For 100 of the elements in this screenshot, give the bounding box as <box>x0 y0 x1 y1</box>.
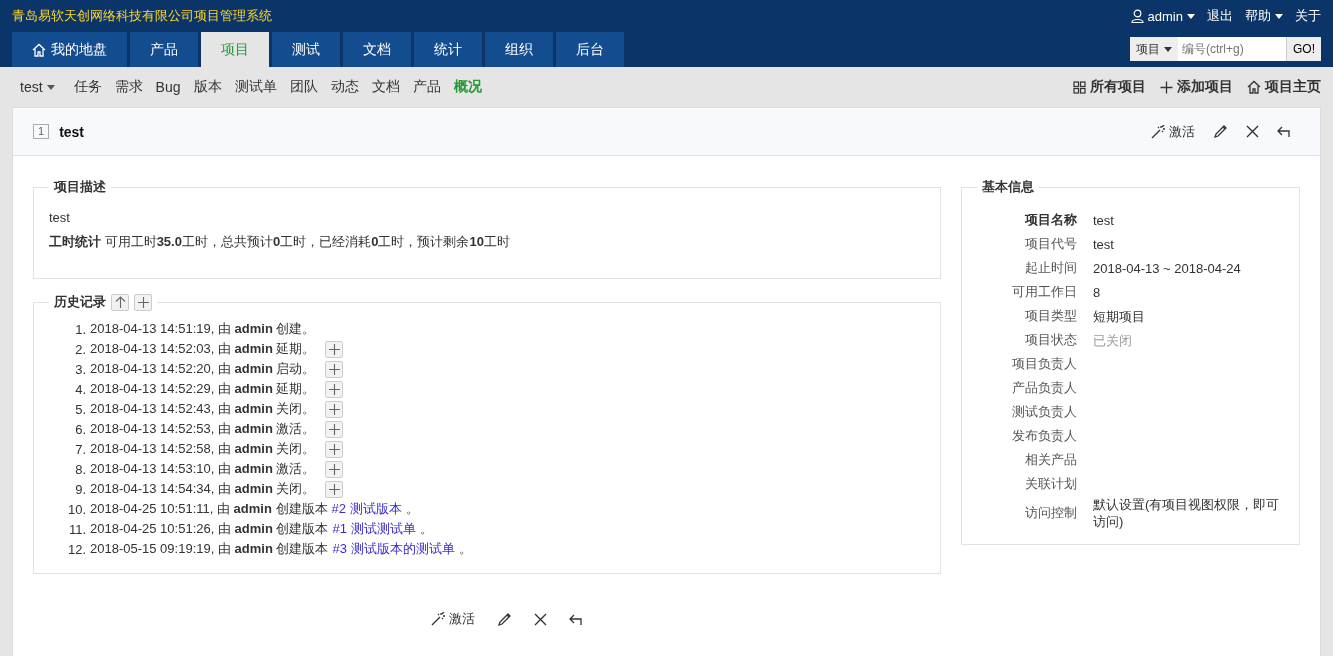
history-entry: 2018-04-13 14:52:20, 由 admin 启动。 <box>90 360 316 378</box>
history-entry: 2018-04-13 14:52:53, 由 admin 激活。 <box>90 420 316 438</box>
history-link[interactable]: #1 测试测试单 <box>332 520 416 538</box>
history-number: 2. <box>74 341 86 357</box>
info-value: 8 <box>1093 283 1101 301</box>
info-value: 默认设置(有项目视图权限，即可访问) <box>1093 496 1281 530</box>
sub-nav-link[interactable]: 版本 <box>193 78 222 96</box>
caret-icon <box>1187 13 1195 19</box>
close-icon[interactable] <box>1246 125 1259 138</box>
main-tab[interactable]: 统计 <box>414 32 482 67</box>
info-label: 可用工作日 <box>1011 283 1077 301</box>
sort-up-button[interactable] <box>111 293 129 311</box>
section-title: 项目描述 <box>52 178 107 196</box>
expand-button[interactable] <box>325 480 344 498</box>
history-number: 5. <box>74 401 86 417</box>
info-label: 项目名称 <box>1023 211 1077 229</box>
history-entry-end: 。 <box>405 500 419 518</box>
info-value: test <box>1093 211 1114 229</box>
history-entry: 2018-04-13 14:52:03, 由 admin 延期。 <box>90 340 316 358</box>
plus-icon <box>1160 80 1173 94</box>
logout-link[interactable]: 退出 <box>1207 7 1233 25</box>
sub-nav-link[interactable]: Bug <box>155 79 181 95</box>
info-label: 产品负责人 <box>1011 379 1077 397</box>
info-label: 测试负责人 <box>1011 403 1077 421</box>
history-number: 12. <box>66 541 86 557</box>
sub-nav-link[interactable]: 产品 <box>412 78 441 96</box>
info-label: 项目状态 <box>1024 331 1077 349</box>
info-label: 起止时间 <box>1024 259 1077 277</box>
user-menu[interactable]: admin <box>1130 8 1195 24</box>
info-label: 项目类型 <box>1024 307 1077 325</box>
sub-nav-link[interactable]: 任务 <box>73 78 102 96</box>
close-icon[interactable] <box>533 612 547 626</box>
activate-button[interactable]: 激活 <box>430 610 475 628</box>
info-label: 相关产品 <box>1024 451 1077 469</box>
history-entry: 2018-04-13 14:51:19, 由 admin 创建。 <box>90 320 316 338</box>
history-entry-end: 。 <box>419 520 433 538</box>
search-field[interactable]: 编号(ctrl+g) <box>1178 37 1286 61</box>
caret-icon <box>1275 13 1283 19</box>
expand-button[interactable] <box>325 380 344 398</box>
expand-button[interactable] <box>325 360 344 378</box>
info-label: 项目代号 <box>1024 235 1077 253</box>
sub-nav-link[interactable]: 需求 <box>114 78 143 96</box>
magic-wand-icon <box>430 612 445 626</box>
sub-nav-link[interactable]: 测试单 <box>234 78 277 96</box>
section-title: 基本信息 <box>981 178 1035 196</box>
info-label: 项目负责人 <box>1011 355 1077 373</box>
history-number: 7. <box>74 441 86 457</box>
history-number: 11. <box>67 521 86 537</box>
main-tab[interactable]: 我的地盘 <box>12 32 127 67</box>
history-number: 6. <box>74 421 86 437</box>
history-link[interactable]: #3 测试版本的测试单 <box>332 540 455 558</box>
edit-icon[interactable] <box>496 611 512 627</box>
history-entry: 2018-04-13 14:52:58, 由 admin 关闭。 <box>90 440 316 458</box>
sub-nav-link[interactable]: 文档 <box>371 78 400 96</box>
expand-all-button[interactable] <box>134 293 152 311</box>
sub-nav-link[interactable]: 动态 <box>330 78 359 96</box>
project-title: test <box>59 123 85 140</box>
info-label: 发布负责人 <box>1011 427 1077 445</box>
expand-button[interactable] <box>325 400 344 418</box>
history-entry: 2018-05-15 09:19:19, 由 admin 创建版本 <box>90 540 329 558</box>
project-action-link[interactable]: 添加项目 <box>1160 78 1233 96</box>
search-type-dropdown[interactable]: 项目 <box>1130 37 1178 61</box>
caret-icon <box>46 84 55 90</box>
main-tab[interactable]: 后台 <box>556 32 624 67</box>
back-arrow-icon[interactable] <box>568 612 584 626</box>
history-entry-end: 。 <box>458 540 472 558</box>
main-tab[interactable]: 文档 <box>343 32 411 67</box>
magic-wand-icon <box>1151 124 1165 139</box>
activate-button[interactable]: 激活 <box>1151 122 1195 141</box>
home-icon <box>1247 80 1261 94</box>
history-entry: 2018-04-13 14:52:43, 由 admin 关闭。 <box>90 400 316 418</box>
expand-button[interactable] <box>325 440 344 458</box>
info-value: test <box>1093 235 1114 253</box>
history-number: 9. <box>74 481 86 497</box>
description-text: test <box>49 209 71 227</box>
project-action-link[interactable]: 项目主页 <box>1247 78 1321 96</box>
main-tab[interactable]: 测试 <box>272 32 340 67</box>
edit-icon[interactable] <box>1213 124 1228 139</box>
history-entry: 2018-04-13 14:53:10, 由 admin 激活。 <box>90 460 316 478</box>
help-menu[interactable]: 帮助 <box>1245 7 1283 25</box>
main-tab[interactable]: 组织 <box>485 32 553 67</box>
history-number: 1. <box>74 321 86 337</box>
project-action-link[interactable]: 所有项目 <box>1073 78 1146 96</box>
about-link[interactable]: 关于 <box>1295 7 1321 25</box>
home-icon <box>32 42 46 57</box>
grid-icon <box>1073 80 1086 94</box>
expand-button[interactable] <box>325 460 344 478</box>
caret-icon <box>1164 46 1172 52</box>
history-link[interactable]: #2 测试版本 <box>331 500 402 518</box>
history-entry: 2018-04-25 10:51:26, 由 admin 创建版本 <box>90 520 329 538</box>
sub-nav-link[interactable]: 团队 <box>289 78 318 96</box>
main-tab[interactable]: 产品 <box>130 32 198 67</box>
project-switcher[interactable]: test <box>20 79 55 95</box>
history-entry: 2018-04-25 10:51:11, 由 admin 创建版本 <box>90 500 328 518</box>
expand-button[interactable] <box>325 340 344 358</box>
info-value: 已关闭 <box>1093 331 1132 349</box>
go-button[interactable]: GO! <box>1286 37 1321 61</box>
back-arrow-icon[interactable] <box>1277 125 1292 138</box>
info-value: 短期项目 <box>1093 307 1145 325</box>
expand-button[interactable] <box>325 420 344 438</box>
